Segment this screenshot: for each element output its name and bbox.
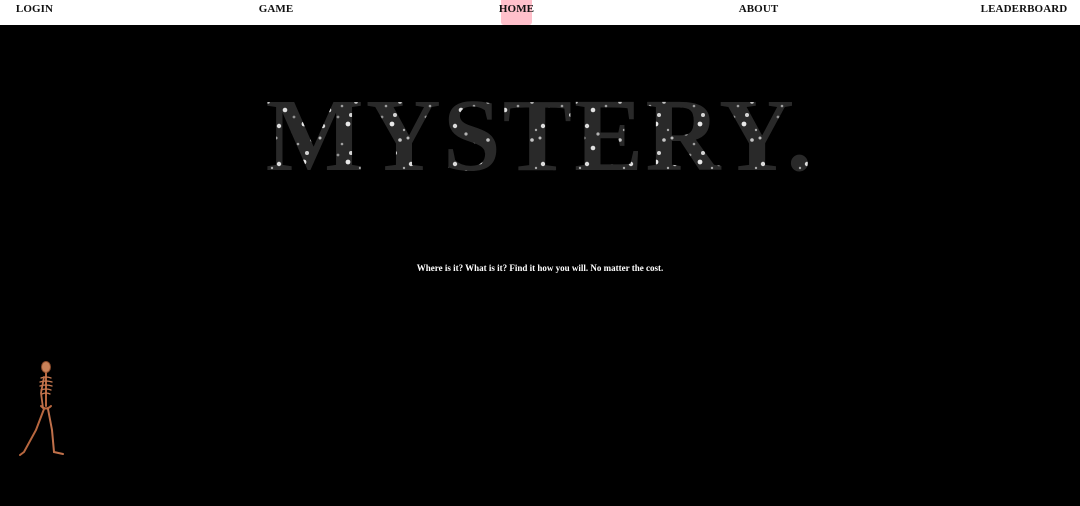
hero-title-graphic: MYSTERY.: [266, 82, 815, 182]
hero-title-wrapper: MYSTERY.: [0, 82, 1080, 182]
hero-title-text: MYSTERY.: [266, 82, 815, 182]
tagline-text: Where is it? What is it? Find it how you…: [416, 263, 664, 273]
walking-skeleton-icon: [19, 361, 64, 456]
nav-login-link[interactable]: LOGIN: [16, 0, 53, 25]
nav-game-link[interactable]: GAME: [259, 0, 294, 25]
nav-leaderboard-link[interactable]: LEADERBOARD: [981, 0, 1068, 25]
nav-home-link[interactable]: HOME: [499, 0, 534, 25]
top-nav-bar: LOGIN GAME HOME ABOUT LEADERBOARD: [0, 0, 1080, 25]
nav-about-link[interactable]: ABOUT: [739, 0, 779, 25]
